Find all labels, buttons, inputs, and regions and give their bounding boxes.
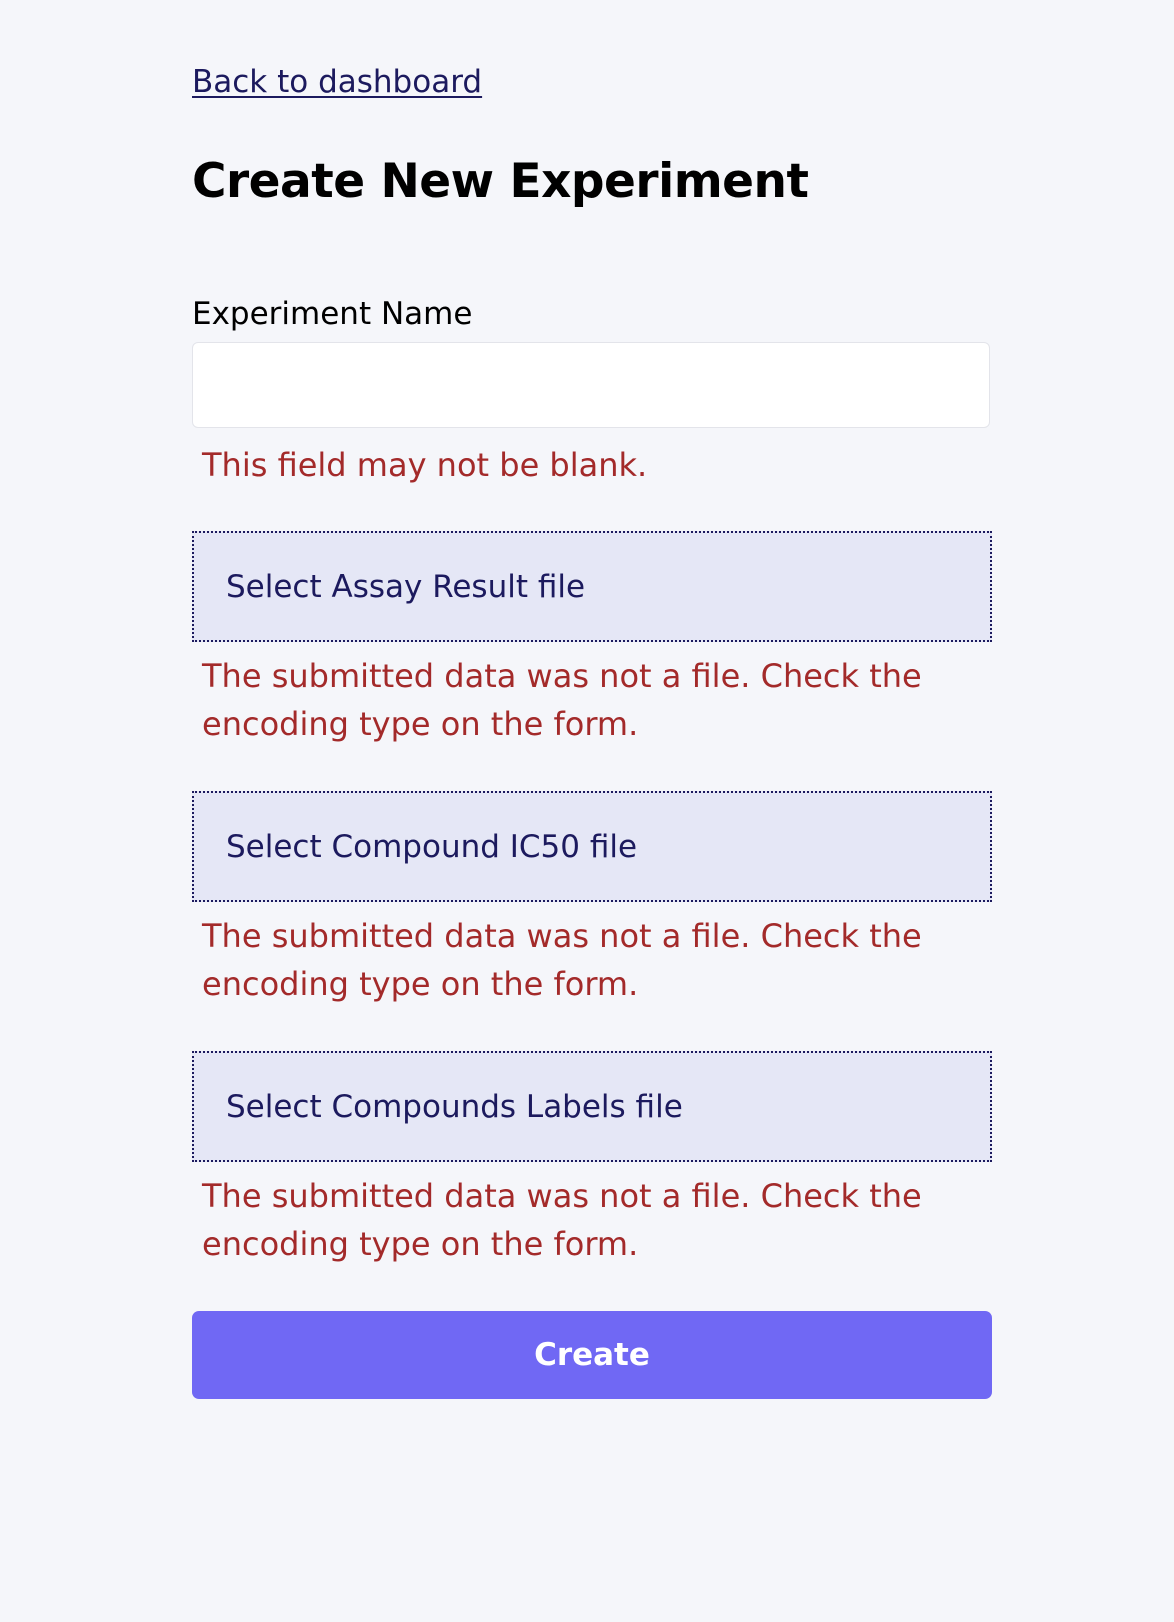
- back-to-dashboard-link[interactable]: Back to dashboard: [192, 64, 482, 100]
- experiment-name-error: This field may not be blank.: [202, 446, 648, 484]
- file-select-label: Select Assay Result file: [226, 568, 586, 605]
- page-title: Create New Experiment: [192, 154, 809, 209]
- compounds-labels-file-select[interactable]: Select Compounds Labels file: [192, 1051, 992, 1162]
- assay-result-file-error: The submitted data was not a file. Check…: [202, 657, 922, 743]
- create-button[interactable]: Create: [192, 1311, 992, 1399]
- file-select-label: Select Compound IC50 file: [226, 828, 638, 865]
- compound-ic50-file-error: The submitted data was not a file. Check…: [202, 917, 922, 1003]
- compounds-labels-file-error: The submitted data was not a file. Check…: [202, 1177, 922, 1263]
- experiment-name-label: Experiment Name: [192, 296, 473, 332]
- assay-result-file-select[interactable]: Select Assay Result file: [192, 531, 992, 642]
- file-select-label: Select Compounds Labels file: [226, 1088, 683, 1125]
- experiment-name-input[interactable]: [192, 342, 990, 428]
- compound-ic50-file-select[interactable]: Select Compound IC50 file: [192, 791, 992, 902]
